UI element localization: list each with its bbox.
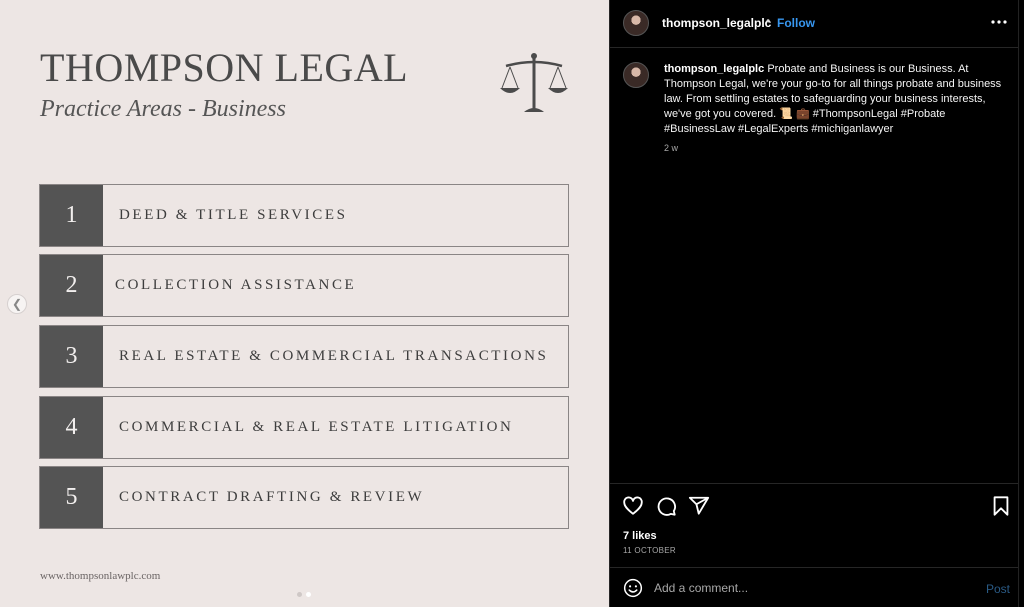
share-icon[interactable] — [688, 495, 710, 517]
practice-area-row: 5 CONTRACT DRAFTING & REVIEW — [39, 466, 569, 529]
post-caption: thompson_legalplc Probate and Business i… — [664, 62, 1002, 137]
carousel-indicator — [297, 592, 311, 597]
comment-input[interactable] — [654, 576, 954, 600]
like-count[interactable]: 7 likes — [623, 530, 657, 542]
practice-area-row: 4 COMMERCIAL & REAL ESTATE LITIGATION — [39, 396, 569, 459]
post-image: THOMPSON LEGAL Practice Areas - Business… — [0, 0, 609, 607]
chevron-left-icon: ❮ — [11, 297, 23, 311]
avatar[interactable] — [623, 10, 649, 36]
post-date: 11 OCTOBER — [623, 546, 676, 555]
window-edge — [1018, 0, 1024, 607]
emoji-icon[interactable] — [623, 578, 643, 598]
carousel-prev-button[interactable]: ❮ — [7, 294, 27, 314]
post-comment-button[interactable]: Post — [986, 582, 1010, 596]
follow-button[interactable]: Follow — [777, 16, 815, 30]
caption-username[interactable]: thompson_legalplc — [664, 63, 764, 75]
slide-subtitle: Practice Areas - Business — [40, 96, 286, 122]
slide-title: THOMPSON LEGAL — [40, 45, 409, 90]
practice-area-number: 2 — [40, 255, 103, 316]
header-username[interactable]: thompson_legalplc — [662, 16, 771, 30]
carousel-dot-active — [306, 592, 311, 597]
practice-area-number: 4 — [40, 397, 103, 458]
heart-icon[interactable] — [622, 495, 644, 517]
practice-area-row: 1 DEED & TITLE SERVICES — [39, 184, 569, 247]
practice-area-label: CONTRACT DRAFTING & REVIEW — [119, 489, 425, 505]
practice-area-number: 1 — [40, 185, 103, 246]
scales-of-justice-icon — [500, 53, 568, 112]
website-url: www.thompsonlawplc.com — [40, 570, 161, 582]
practice-area-label: COLLECTION ASSISTANCE — [115, 277, 357, 293]
practice-area-row: 2 COLLECTION ASSISTANCE — [39, 254, 569, 317]
post-sidebar: thompson_legalplc • Follow thompson_lega… — [609, 0, 1019, 607]
practice-area-number: 5 — [40, 467, 103, 528]
carousel-dot — [297, 592, 302, 597]
practice-area-number: 3 — [40, 326, 103, 387]
caption-timestamp[interactable]: 2 w — [664, 143, 678, 153]
comment-icon[interactable] — [655, 495, 677, 517]
bookmark-icon[interactable] — [990, 495, 1012, 517]
practice-area-label: DEED & TITLE SERVICES — [119, 207, 348, 223]
practice-area-row: 3 REAL ESTATE & COMMERCIAL TRANSACTIONS — [39, 325, 569, 388]
post-header: thompson_legalplc • Follow — [610, 0, 1019, 48]
practice-area-label: COMMERCIAL & REAL ESTATE LITIGATION — [119, 419, 514, 435]
comment-bar: Post — [610, 567, 1019, 607]
header-separator: • — [766, 14, 771, 28]
caption-avatar[interactable] — [623, 62, 649, 88]
more-options-icon[interactable] — [990, 12, 1008, 32]
practice-area-label: REAL ESTATE & COMMERCIAL TRANSACTIONS — [119, 348, 549, 364]
divider — [610, 483, 1019, 484]
